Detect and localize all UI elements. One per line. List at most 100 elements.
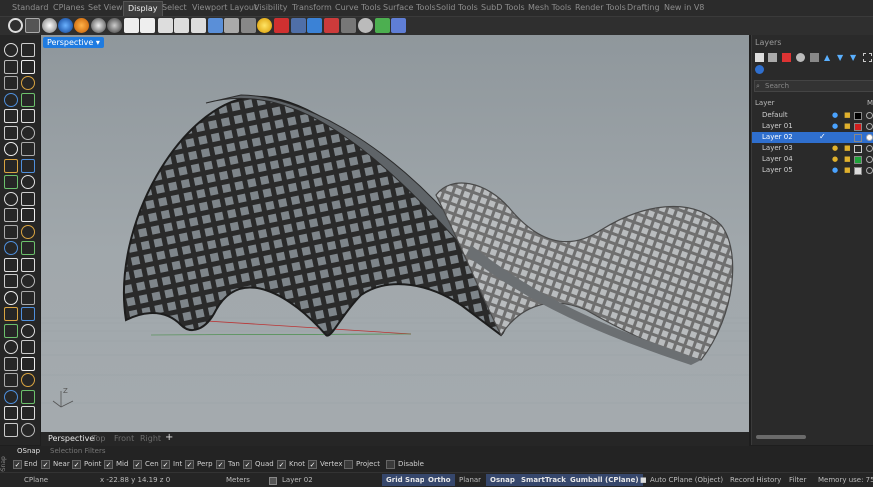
named-views-icon[interactable] <box>291 18 306 33</box>
layer-row-layer-04[interactable]: Layer 04 ● ■ <box>752 154 873 165</box>
tool-icon[interactable] <box>4 224 18 239</box>
osnap-tab[interactable]: OSnap <box>17 447 40 455</box>
viewport-tab-perspective[interactable]: Perspective <box>48 434 94 443</box>
monochrome-icon[interactable] <box>174 18 189 33</box>
zoom-icon[interactable] <box>324 18 339 33</box>
tab-standard[interactable]: Standard <box>12 3 48 12</box>
osnap-tan-checkbox[interactable]: ✓ <box>216 460 225 469</box>
wireframe-icon[interactable] <box>25 18 40 33</box>
tool-icon[interactable] <box>21 59 35 74</box>
tool-icon[interactable] <box>4 76 18 90</box>
tab-display[interactable]: Display <box>123 1 163 16</box>
osnap-vertex-checkbox[interactable]: ✓ <box>308 460 317 469</box>
tool-icon[interactable] <box>4 175 18 189</box>
tool-icon[interactable] <box>4 356 18 371</box>
tool-icon[interactable] <box>21 323 35 338</box>
lightbulb-icon[interactable]: ● <box>832 122 838 130</box>
layer-search-input[interactable]: ⌕ Search <box>754 80 873 92</box>
shaded-icon[interactable] <box>42 18 57 33</box>
new-layer-icon[interactable] <box>755 53 764 62</box>
osnap-cen-checkbox[interactable]: ✓ <box>133 460 142 469</box>
tab-viewport-layout[interactable]: Viewport Layout <box>192 3 257 12</box>
tool-icon[interactable] <box>4 43 18 57</box>
tool-icon[interactable] <box>21 373 35 387</box>
tool-icon[interactable] <box>21 274 35 288</box>
lock-icon[interactable]: ■ <box>844 155 851 163</box>
viewport-properties-icon[interactable] <box>307 18 322 33</box>
tab-render-tools[interactable]: Render Tools <box>575 3 626 12</box>
camera-icon[interactable] <box>224 18 239 33</box>
planar-toggle[interactable]: Planar <box>459 476 481 484</box>
tab-subd-tools[interactable]: SubD Tools <box>481 3 525 12</box>
tool-icon[interactable] <box>4 125 18 140</box>
layer-color-swatch[interactable] <box>854 167 862 175</box>
tool-icon[interactable] <box>21 76 35 90</box>
tool-icon[interactable] <box>4 422 18 437</box>
tool-icon[interactable] <box>21 389 35 404</box>
columns-icon[interactable] <box>863 53 872 62</box>
ortho-toggle[interactable]: Ortho <box>424 474 455 486</box>
selection-filters-tab[interactable]: Selection Filters <box>50 447 105 455</box>
current-layer-status[interactable]: Layer 02 <box>282 476 313 484</box>
osnap-quad-checkbox[interactable]: ✓ <box>243 460 252 469</box>
tab-surface-tools[interactable]: Surface Tools <box>383 3 436 12</box>
tool-icon[interactable] <box>4 389 18 404</box>
material-icon[interactable] <box>866 123 873 130</box>
current-layer-check-icon[interactable]: ✓ <box>819 132 826 141</box>
osnap-mid-checkbox[interactable]: ✓ <box>104 460 113 469</box>
smarttrack-toggle[interactable]: SmartTrack <box>517 474 570 486</box>
layer-row-layer-03[interactable]: Layer 03 ● ■ <box>752 143 873 154</box>
osnap-near-checkbox[interactable]: ✓ <box>41 460 50 469</box>
osnap-int-checkbox[interactable]: ✓ <box>161 460 170 469</box>
tool-icon[interactable] <box>4 109 18 123</box>
artistic-icon[interactable] <box>191 18 206 33</box>
tab-curve-tools[interactable]: Curve Tools <box>335 3 381 12</box>
tool-icon[interactable] <box>21 257 35 272</box>
delete-layer-icon[interactable] <box>782 53 791 62</box>
layer-row-default[interactable]: Default ● ■ <box>752 110 873 121</box>
units-status[interactable]: Meters <box>226 476 250 484</box>
globe-icon[interactable] <box>8 18 23 33</box>
tab-cplanes[interactable]: CPlanes <box>53 3 85 12</box>
technical-icon[interactable] <box>124 18 139 33</box>
help-icon[interactable] <box>755 65 764 74</box>
tab-select[interactable]: Select <box>162 3 187 12</box>
tool-icon[interactable] <box>21 340 35 354</box>
lights-icon[interactable] <box>241 18 256 33</box>
tab-visibility[interactable]: Visibility <box>254 3 288 12</box>
material-icon[interactable] <box>866 167 873 174</box>
layer-state-icon[interactable] <box>796 53 805 62</box>
material-icon[interactable] <box>74 18 89 33</box>
plugins-icon[interactable] <box>375 18 390 33</box>
tool-icon[interactable] <box>4 158 18 173</box>
tool-icon[interactable] <box>21 422 35 437</box>
auto-cplane-toggle[interactable]: Auto CPlane (Object) <box>650 476 723 484</box>
material-icon[interactable] <box>866 156 873 163</box>
viewport-title[interactable]: Perspective ▾ <box>43 37 104 48</box>
tab-mesh-tools[interactable]: Mesh Tools <box>528 3 571 12</box>
perspective-viewport[interactable]: Z Perspective ▾ <box>41 35 749 432</box>
osnap-toggle[interactable]: Osnap <box>486 474 519 486</box>
tab-drafting[interactable]: Drafting <box>627 3 660 12</box>
tools-icon[interactable] <box>810 53 819 62</box>
tool-icon[interactable] <box>21 191 35 206</box>
tool-icon[interactable] <box>4 340 18 354</box>
arctic-icon[interactable] <box>158 18 173 33</box>
layer-row-layer-01[interactable]: Layer 01 ● ■ <box>752 121 873 132</box>
xray-icon[interactable] <box>107 18 122 33</box>
tool-icon[interactable] <box>4 323 18 338</box>
tool-icon[interactable] <box>21 142 35 156</box>
tool-icon[interactable] <box>21 290 35 305</box>
rendered-icon[interactable] <box>58 18 73 33</box>
tool-icon[interactable] <box>21 125 35 140</box>
tool-icon[interactable] <box>21 356 35 371</box>
screen-icon[interactable] <box>341 18 356 33</box>
filter-toggle[interactable]: Filter <box>789 476 806 484</box>
tool-icon[interactable] <box>4 191 18 206</box>
layer-row-layer-05[interactable]: Layer 05 ● ■ <box>752 165 873 176</box>
capture-icon[interactable] <box>208 18 223 33</box>
move-up-icon[interactable]: ▲ <box>824 53 830 62</box>
move-down-icon[interactable]: ▼ <box>837 53 843 62</box>
tool-icon[interactable] <box>4 274 18 288</box>
osnap-perp-checkbox[interactable]: ✓ <box>185 460 194 469</box>
